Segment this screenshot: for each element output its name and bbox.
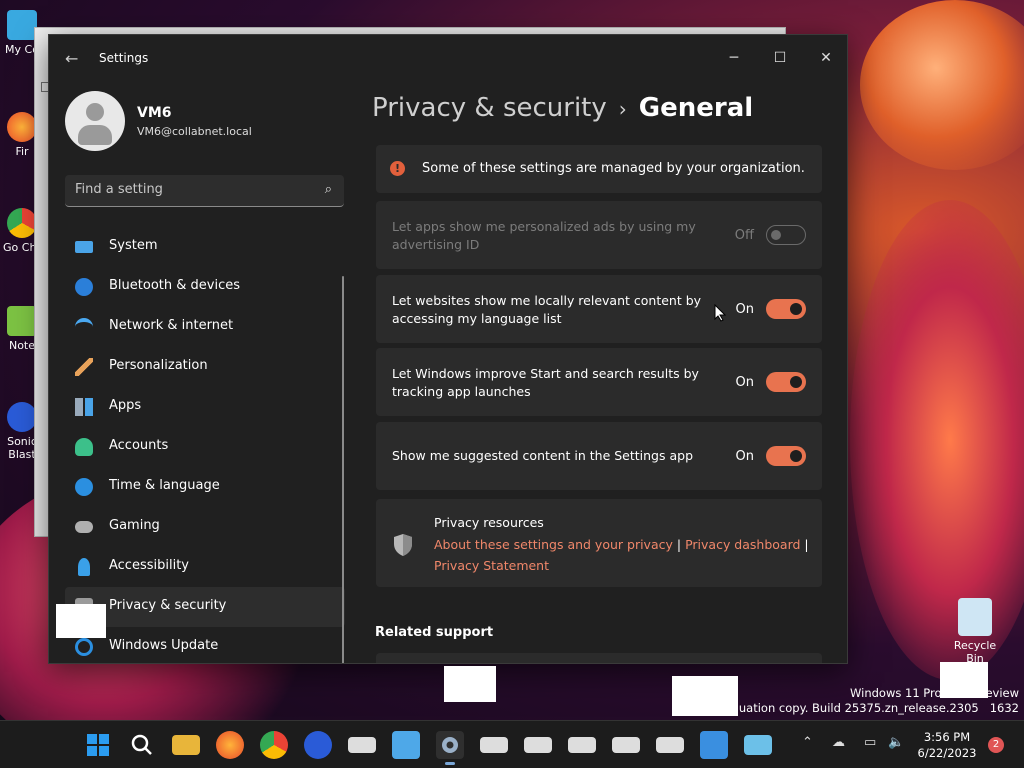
search-input[interactable] (75, 182, 305, 197)
app-icon[interactable] (568, 737, 596, 753)
notification-badge[interactable]: 2 (988, 737, 1004, 753)
privacy-statement-link[interactable]: Privacy Statement (434, 558, 549, 573)
setting-suggested-content: Show me suggested content in the Setting… (376, 422, 822, 490)
sidebar-item-network[interactable]: Network & internet (65, 307, 345, 347)
pixel-sprite (672, 676, 738, 716)
update-icon (75, 638, 93, 656)
breadcrumb: Privacy & security › General (372, 93, 754, 123)
sonic-icon[interactable] (304, 731, 332, 759)
setting-app-launches: Let Windows improve Start and search res… (376, 348, 822, 416)
network-icon[interactable]: ▭ (864, 735, 876, 750)
pixel-sprite (56, 604, 106, 638)
sidebar-item-windows-update[interactable]: Windows Update (65, 627, 345, 663)
page-title: General (638, 93, 754, 123)
app-icon[interactable] (700, 731, 728, 759)
setting-personalized-ads: Let apps show me personalized ads by usi… (376, 201, 822, 269)
person-icon (75, 438, 93, 456)
sidebar-item-gaming[interactable]: Gaming (65, 507, 345, 547)
search-icon[interactable] (128, 731, 156, 759)
pixel-sprite (940, 662, 988, 698)
about-privacy-link[interactable]: About these settings and your privacy (434, 537, 673, 552)
mouse-cursor-icon (714, 304, 726, 322)
window-title: Settings (99, 51, 149, 65)
search-icon[interactable]: ⌕ (325, 182, 332, 197)
app-icon[interactable] (656, 737, 684, 753)
sidebar-item-apps[interactable]: Apps (65, 387, 345, 427)
ads-toggle[interactable] (766, 225, 806, 245)
privacy-resources-card: Privacy resources About these settings a… (376, 499, 822, 587)
suggested-content-toggle[interactable] (766, 446, 806, 466)
sonic-icon (7, 402, 37, 432)
brush-icon (75, 358, 93, 376)
chrome-icon[interactable] (260, 731, 288, 759)
desktop-icon-recycle-bin[interactable]: Recycle Bin (944, 598, 1006, 665)
search-box[interactable]: ⌕ (65, 175, 344, 207)
maximize-icon[interactable]: ☐ (757, 43, 803, 73)
bluetooth-icon (75, 278, 93, 296)
setting-language-list: Let websites show me locally relevant co… (376, 275, 822, 343)
title-bar: ← Settings ─ ☐ ✕ (49, 35, 847, 81)
sidebar-item-bluetooth[interactable]: Bluetooth & devices (65, 267, 345, 307)
related-support-card[interactable] (376, 653, 822, 663)
language-list-toggle[interactable] (766, 299, 806, 319)
back-arrow-icon[interactable]: ← (65, 49, 78, 68)
computer-icon (7, 10, 37, 40)
breadcrumb-parent[interactable]: Privacy & security (372, 93, 607, 123)
firefox-icon (7, 112, 37, 142)
nav-list: System Bluetooth & devices Network & int… (65, 227, 345, 663)
app-icon[interactable] (612, 737, 640, 753)
user-email: VM6@collabnet.local (137, 125, 252, 138)
info-icon: ! (390, 161, 405, 176)
sidebar: VM6 VM6@collabnet.local ⌕ System Bluetoo… (49, 81, 359, 663)
avatar[interactable] (65, 91, 125, 151)
privacy-dashboard-link[interactable]: Privacy dashboard (685, 537, 800, 552)
user-name: VM6 (137, 105, 172, 121)
notepad-icon[interactable] (392, 731, 420, 759)
app-icon[interactable] (524, 737, 552, 753)
wifi-icon (75, 318, 93, 336)
paint-icon[interactable] (744, 735, 772, 755)
sidebar-item-accessibility[interactable]: Accessibility (65, 547, 345, 587)
notepad-icon (7, 306, 37, 336)
chevron-up-icon[interactable]: ⌃ (802, 735, 813, 750)
related-support-heading: Related support (375, 625, 494, 640)
recycle-bin-icon (958, 598, 992, 636)
chrome-icon (7, 208, 37, 238)
wallpaper-bloom (860, 0, 1024, 170)
app-icon[interactable] (348, 737, 376, 753)
app-icon[interactable] (480, 737, 508, 753)
main-content: Privacy & security › General ! Some of the… (359, 81, 847, 663)
sidebar-item-personalization[interactable]: Personalization (65, 347, 345, 387)
sidebar-item-accounts[interactable]: Accounts (65, 427, 345, 467)
sidebar-item-system[interactable]: System (65, 227, 345, 267)
start-icon[interactable] (84, 731, 112, 759)
settings-window: ← Settings ─ ☐ ✕ VM6 VM6@collabnet.local… (48, 34, 848, 664)
cloud-icon[interactable]: ☁ (832, 735, 845, 750)
sidebar-scrollbar[interactable] (342, 276, 344, 663)
pixel-sprite (444, 666, 496, 702)
managed-banner: ! Some of these settings are managed by … (376, 145, 822, 193)
globe-clock-icon (75, 478, 93, 496)
apps-icon (75, 398, 93, 416)
taskbar: ⌃ ☁ ▭ 🔈 3:56 PM 6/22/2023 2 (0, 720, 1024, 768)
settings-icon[interactable] (436, 731, 464, 765)
minimize-icon[interactable]: ─ (711, 43, 757, 73)
app-launches-toggle[interactable] (766, 372, 806, 392)
volume-icon[interactable]: 🔈 (888, 735, 904, 750)
file-explorer-icon[interactable] (172, 735, 200, 755)
sidebar-item-time-language[interactable]: Time & language (65, 467, 345, 507)
firefox-icon[interactable] (216, 731, 244, 759)
sidebar-item-privacy-security[interactable]: Privacy & security (65, 587, 345, 627)
watermark-line2: Evaluation copy. Build 25375.zn_release.… (714, 701, 1019, 715)
shield-icon (394, 534, 412, 556)
close-icon[interactable]: ✕ (803, 43, 847, 73)
watermark-line1: Windows 11 Pro eview (850, 686, 1019, 700)
accessibility-icon (78, 558, 90, 576)
monitor-icon (75, 241, 93, 253)
clock[interactable]: 3:56 PM 6/22/2023 (916, 729, 978, 761)
gamepad-icon (75, 521, 93, 533)
